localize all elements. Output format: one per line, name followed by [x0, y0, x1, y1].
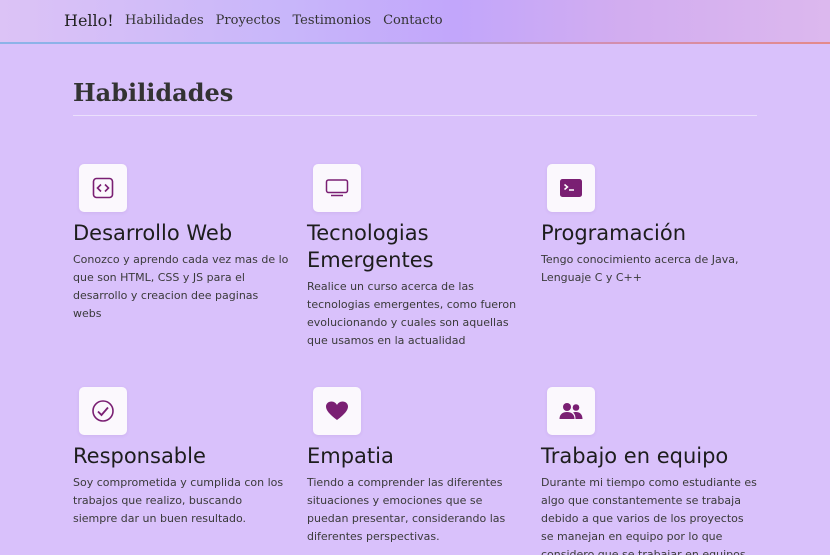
display-icon: [313, 164, 361, 212]
skill-card-programacion: Programación Tengo conocimiento acerca d…: [541, 164, 757, 287]
section-divider: [73, 115, 757, 116]
navbar: Hello! Habilidades Proyectos Testimonios…: [0, 0, 830, 44]
people-icon: [547, 387, 595, 435]
card-text: Soy comprometida y cumplida con los trab…: [73, 476, 284, 525]
nav-links: Habilidades Proyectos Testimonios Contac…: [125, 13, 455, 28]
card-title: Tecnologias Emergentes: [307, 221, 434, 272]
card-text: Realice un curso acerca de las tecnologi…: [307, 280, 517, 347]
skill-card-tecnologias: Tecnologias Emergentes Realice un curso …: [307, 164, 523, 350]
skill-card-desarrollo-web: Desarrollo Web Conozco y aprendo cada ve…: [73, 164, 289, 323]
nav-link-contacto[interactable]: Contacto: [383, 13, 442, 28]
skill-card-trabajo-equipo: Trabajo en equipo Durante mi tiempo como…: [541, 387, 757, 555]
navbar-brand[interactable]: Hello!: [64, 11, 114, 30]
card-text: Durante mi tiempo como estudiante es alg…: [541, 476, 757, 555]
nav-link-testimonios[interactable]: Testimonios: [293, 13, 372, 28]
skill-card-responsable: Responsable Soy comprometida y cumplida …: [73, 387, 289, 528]
skill-card-empatia: Empatia Tiendo a comprender las diferent…: [307, 387, 523, 546]
nav-link-habilidades[interactable]: Habilidades: [125, 13, 204, 28]
card-text: Tengo conocimiento acerca de Java, Lengu…: [541, 253, 739, 284]
section-title: Habilidades: [73, 78, 234, 107]
check-circle-icon: [79, 387, 127, 435]
card-title: Desarrollo Web: [73, 221, 233, 245]
card-title: Empatia: [307, 444, 394, 468]
heart-icon: [313, 387, 361, 435]
card-title: Programación: [541, 221, 687, 245]
card-title: Trabajo en equipo: [541, 444, 729, 468]
card-title: Responsable: [73, 444, 206, 468]
terminal-icon: [547, 164, 595, 212]
card-text: Conozco y aprendo cada vez mas de lo que…: [73, 253, 289, 320]
card-text: Tiendo a comprender las diferentes situa…: [307, 476, 506, 543]
code-square-icon: [79, 164, 127, 212]
nav-link-proyectos[interactable]: Proyectos: [216, 13, 281, 28]
